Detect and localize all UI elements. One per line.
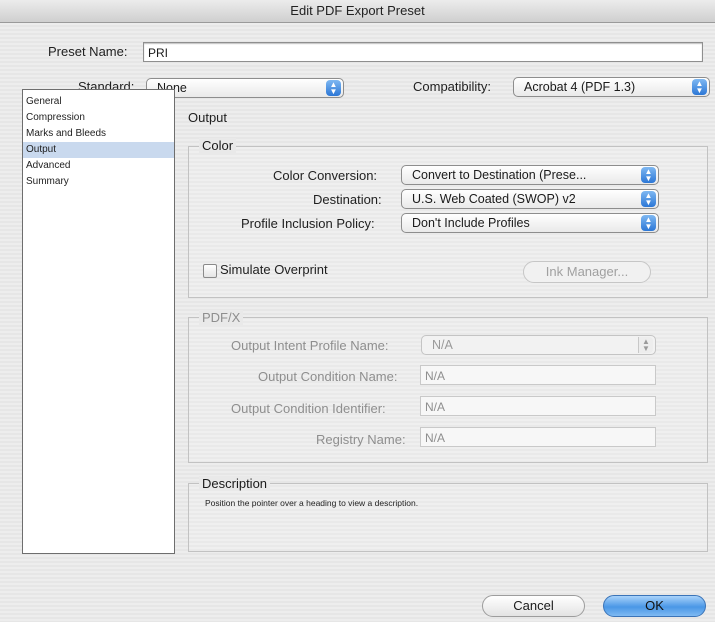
- color-conversion-value: Convert to Destination (Prese...: [412, 168, 587, 182]
- sidebar-item-advanced[interactable]: Advanced: [23, 158, 174, 174]
- output-condition-identifier-label: Output Condition Identifier:: [231, 401, 386, 416]
- ok-button[interactable]: OK: [603, 595, 706, 617]
- cancel-button[interactable]: Cancel: [482, 595, 585, 617]
- compatibility-label: Compatibility:: [413, 79, 492, 94]
- destination-popup[interactable]: U.S. Web Coated (SWOP) v2 ▲ ▼: [401, 189, 659, 209]
- output-condition-identifier-field[interactable]: N/A: [420, 396, 656, 416]
- profile-inclusion-label: Profile Inclusion Policy:: [241, 216, 375, 231]
- window-title-bar: Edit PDF Export Preset: [0, 0, 715, 23]
- registry-name-field[interactable]: N/A: [420, 427, 656, 447]
- description-group-title: Description: [199, 476, 271, 491]
- sidebar-item-compression[interactable]: Compression: [23, 110, 174, 126]
- registry-name-label: Registry Name:: [316, 432, 406, 447]
- sidebar-item-general[interactable]: General: [23, 94, 174, 110]
- profile-inclusion-popup[interactable]: Don't Include Profiles ▲ ▼: [401, 213, 659, 233]
- color-conversion-popup[interactable]: Convert to Destination (Prese... ▲ ▼: [401, 165, 659, 185]
- ink-manager-button[interactable]: Ink Manager...: [523, 261, 651, 283]
- pdfx-group-title: PDF/X: [199, 310, 244, 325]
- output-condition-name-field[interactable]: N/A: [420, 365, 656, 385]
- compatibility-popup[interactable]: Acrobat 4 (PDF 1.3) ▲ ▼: [513, 77, 710, 97]
- popup-arrows-icon: ▲ ▼: [641, 167, 656, 183]
- popup-arrows-icon: ▲ ▼: [641, 215, 656, 231]
- popup-arrows-icon: ▲ ▼: [641, 191, 656, 207]
- simulate-overprint-checkbox[interactable]: [203, 264, 217, 278]
- profile-inclusion-value: Don't Include Profiles: [412, 216, 530, 230]
- sidebar-item-marks-and-bleeds[interactable]: Marks and Bleeds: [23, 126, 174, 142]
- description-text: Position the pointer over a heading to v…: [205, 498, 419, 508]
- color-conversion-label: Color Conversion:: [273, 168, 378, 183]
- output-intent-popup[interactable]: N/A ▲ ▼: [421, 335, 656, 355]
- sidebar-item-output[interactable]: Output: [23, 142, 174, 158]
- category-list[interactable]: General Compression Marks and Bleeds Out…: [22, 89, 175, 554]
- popup-arrows-icon: ▲ ▼: [326, 80, 341, 96]
- popup-arrows-icon: ▲ ▼: [638, 337, 653, 353]
- preset-name-field[interactable]: PRI: [143, 42, 703, 62]
- sidebar-item-summary[interactable]: Summary: [23, 174, 174, 190]
- output-intent-value: N/A: [432, 338, 453, 352]
- simulate-overprint-label: Simulate Overprint: [220, 262, 328, 277]
- preset-name-label: Preset Name:: [48, 44, 128, 59]
- description-group: [188, 483, 708, 552]
- panel-title: Output: [188, 110, 228, 125]
- standard-popup[interactable]: None ▲ ▼: [146, 78, 344, 98]
- output-intent-label: Output Intent Profile Name:: [231, 338, 389, 353]
- destination-value: U.S. Web Coated (SWOP) v2: [412, 192, 576, 206]
- window-title: Edit PDF Export Preset: [290, 3, 425, 18]
- compatibility-value: Acrobat 4 (PDF 1.3): [524, 80, 636, 94]
- destination-label: Destination:: [313, 192, 382, 207]
- popup-arrows-icon: ▲ ▼: [692, 79, 707, 95]
- output-condition-name-label: Output Condition Name:: [258, 369, 398, 384]
- color-group-title: Color: [199, 138, 237, 153]
